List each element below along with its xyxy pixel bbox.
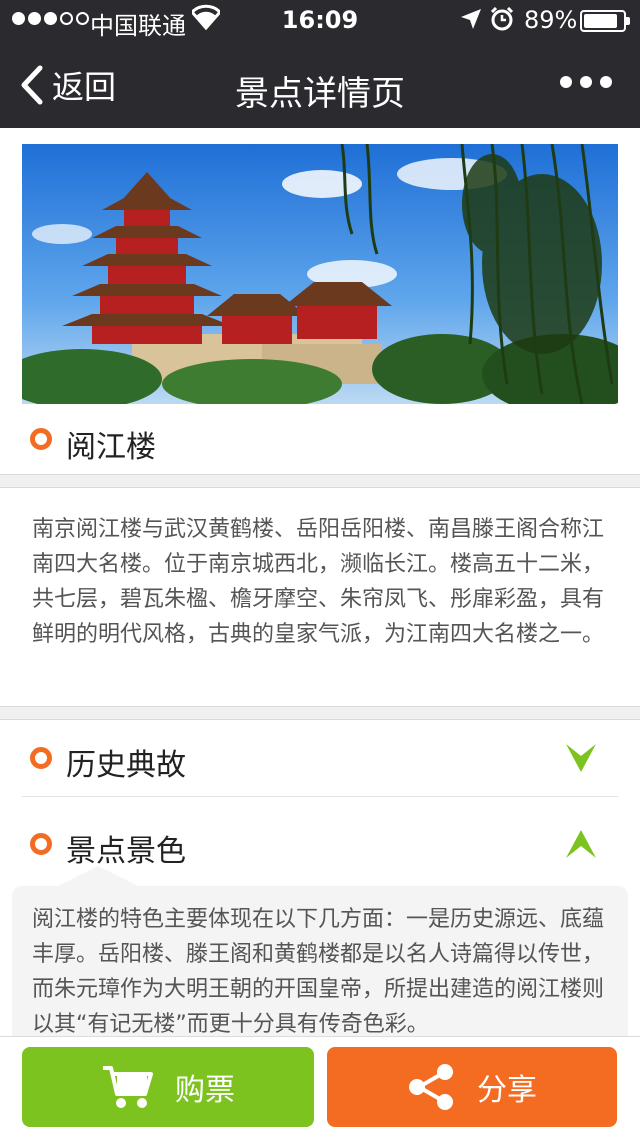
intro-text: 南京阅江楼与武汉黄鹤楼、岳阳岳阳楼、南昌滕王阁合称江南四大名楼。位于南京城西北，… [32, 517, 605, 647]
attraction-name-row: 阅江楼 [0, 404, 640, 474]
status-bar: 中国联通 16:09 89% [0, 0, 640, 40]
section-separator [0, 474, 640, 488]
panel-pointer [58, 866, 138, 886]
section-history-label: 历史典故 [66, 748, 186, 783]
share-icon [409, 1064, 453, 1110]
attraction-intro: 南京阅江楼与武汉黄鹤楼、岳阳岳阳楼、南昌滕王阁合称江南四大名楼。位于南京城西北，… [0, 488, 640, 706]
nav-bar: 返回 景点详情页 [0, 40, 640, 128]
chevron-up-icon [566, 830, 596, 858]
battery-icon [580, 10, 630, 32]
section-history[interactable]: 历史典故 [22, 720, 618, 796]
circle-bullet-icon [30, 747, 52, 769]
section-separator [0, 706, 640, 720]
cart-icon [103, 1066, 153, 1108]
divider [22, 796, 618, 797]
chevron-down-icon [566, 744, 596, 772]
more-dots-icon[interactable] [560, 76, 612, 88]
buy-ticket-label: 购票 [175, 1073, 235, 1108]
page-title: 景点详情页 [235, 74, 405, 114]
section-scenery-label: 景点景色 [66, 834, 186, 869]
circle-bullet-icon [30, 833, 52, 855]
scenery-text: 阅江楼的特色主要体现在以下几方面：一是历史源远、底蕴丰厚。岳阳楼、滕王阁和黄鹤楼… [32, 907, 605, 1037]
section-scenery-content: 阅江楼的特色主要体现在以下几方面：一是历史源远、底蕴丰厚。岳阳楼、滕王阁和黄鹤楼… [12, 886, 628, 1056]
circle-bullet-icon [30, 428, 52, 450]
share-label: 分享 [477, 1073, 537, 1108]
alarm-icon [490, 7, 514, 31]
attraction-photo [22, 144, 618, 404]
battery-percent: 89% [524, 6, 578, 34]
top-bar: 中国联通 16:09 89% 返回 景点详情页 [0, 0, 640, 128]
bottom-action-bar: 购票 分享 [0, 1036, 640, 1136]
location-arrow-icon [461, 9, 481, 29]
share-button[interactable]: 分享 [327, 1047, 617, 1127]
buy-ticket-button[interactable]: 购票 [22, 1047, 314, 1127]
attraction-name: 阅江楼 [66, 430, 156, 465]
tower-illustration [22, 144, 618, 404]
